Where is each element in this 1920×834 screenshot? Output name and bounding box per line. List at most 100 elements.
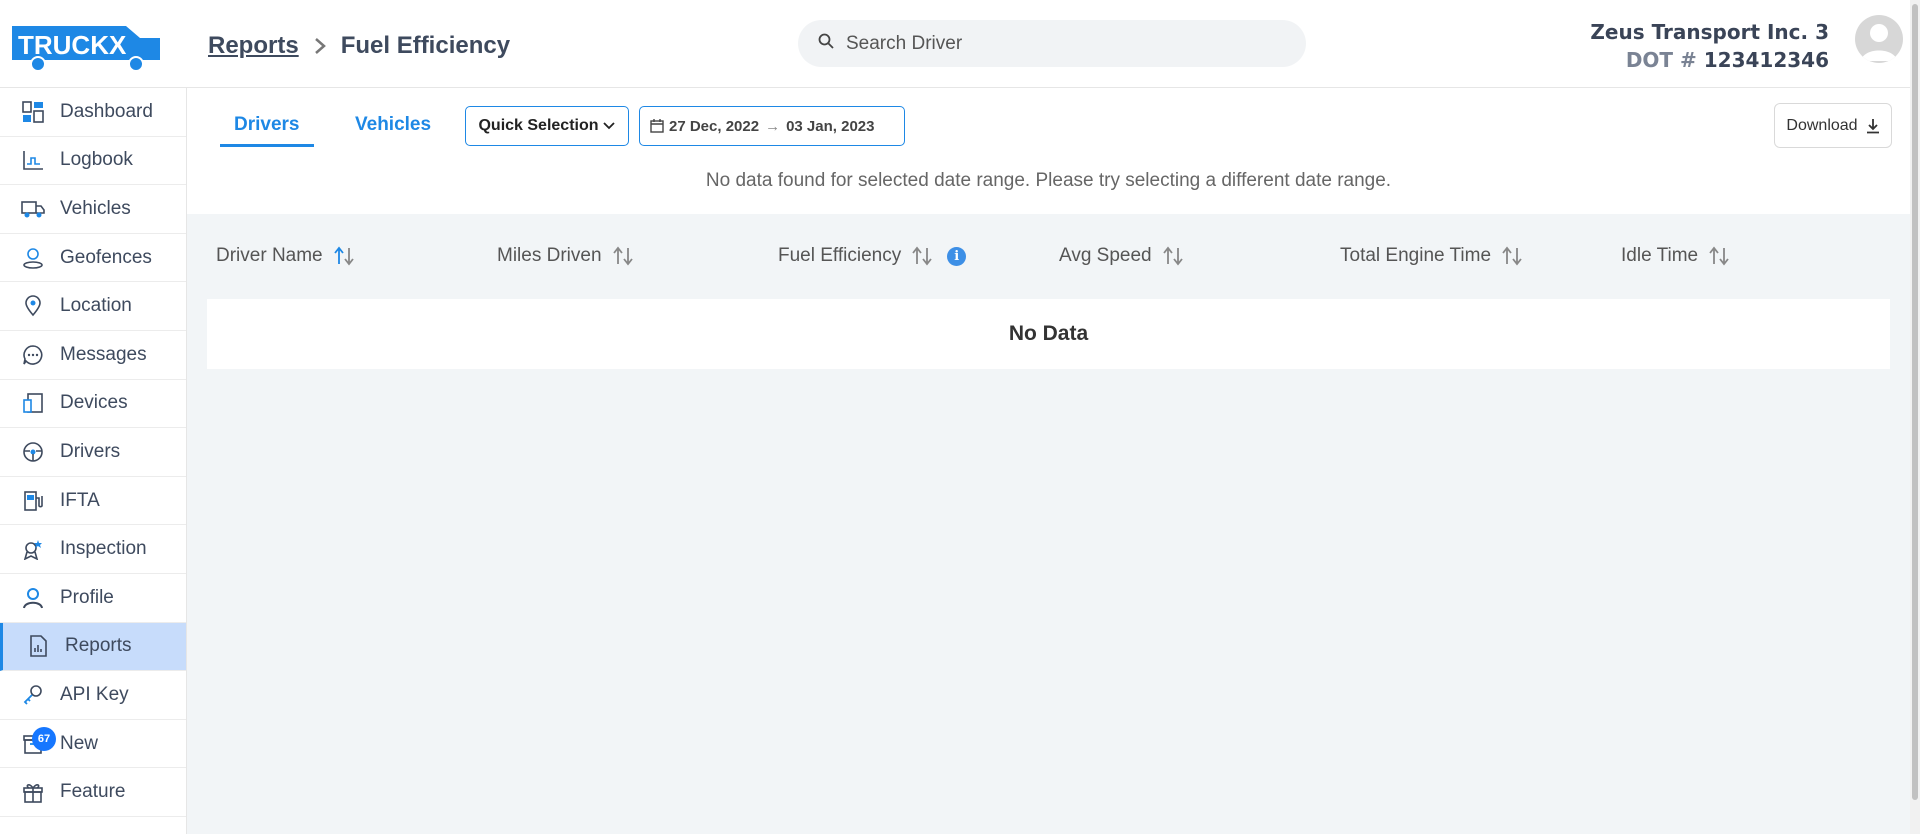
tab-vehicles[interactable]: Vehicles bbox=[341, 114, 445, 144]
quick-selection-label: Quick Selection bbox=[478, 117, 599, 134]
sidebar-item-label: Inspection bbox=[60, 538, 147, 560]
sidebar-item-label: Reports bbox=[65, 635, 132, 657]
sidebar-item-logbook[interactable]: Logbook bbox=[0, 137, 186, 186]
sidebar-item-location[interactable]: Location bbox=[0, 282, 186, 331]
inspection-icon bbox=[20, 536, 46, 562]
geofence-icon bbox=[20, 245, 46, 271]
sort-icon[interactable] bbox=[612, 246, 634, 266]
sidebar-item-label: Logbook bbox=[60, 149, 133, 171]
table-empty-state: No Data bbox=[207, 299, 1890, 369]
date-range-picker[interactable]: 27 Dec, 2022 → 03 Jan, 2023 bbox=[639, 106, 905, 146]
sidebar-item-api-key[interactable]: API Key bbox=[0, 671, 186, 720]
notification-badge[interactable]: 67 bbox=[32, 727, 56, 751]
table-header: Driver Name Miles Driven Fuel Efficiency… bbox=[207, 231, 1890, 281]
truckx-logo[interactable]: TRUCKX bbox=[8, 16, 164, 74]
sort-icon[interactable] bbox=[1708, 246, 1730, 266]
page-title: Fuel Efficiency bbox=[340, 32, 511, 59]
date-end: 03 Jan, 2023 bbox=[786, 117, 875, 135]
message-icon bbox=[20, 342, 46, 368]
sidebar-item-ifta[interactable]: IFTA bbox=[0, 477, 186, 526]
fuel-pump-icon bbox=[20, 488, 46, 514]
sidebar-item-label: Geofences bbox=[60, 246, 152, 268]
sidebar-item-feature[interactable]: Feature bbox=[0, 768, 186, 817]
sidebar-item-label: New bbox=[60, 732, 99, 754]
search-box[interactable] bbox=[798, 20, 1306, 67]
column-header-miles-driven[interactable]: Miles Driven bbox=[497, 245, 634, 267]
chevron-right-icon bbox=[313, 36, 327, 56]
sidebar-item-label: Devices bbox=[60, 392, 128, 414]
no-data-message: No data found for selected date range. P… bbox=[705, 170, 1392, 191]
key-icon bbox=[20, 682, 46, 708]
download-button[interactable]: Download bbox=[1774, 103, 1892, 148]
sort-icon[interactable] bbox=[333, 246, 355, 266]
calendar-icon bbox=[650, 119, 664, 133]
sidebar-item-profile[interactable]: Profile bbox=[0, 574, 186, 623]
sidebar-item-reports[interactable]: Reports bbox=[0, 622, 186, 672]
sort-icon[interactable] bbox=[911, 246, 933, 266]
sidebar-item-dashboard[interactable]: Dashboard bbox=[0, 88, 186, 137]
sidebar-item-new[interactable]: New bbox=[0, 720, 186, 769]
logbook-icon bbox=[20, 147, 46, 173]
sidebar-item-label: Vehicles bbox=[60, 197, 131, 219]
sidebar-item-label: API Key bbox=[60, 683, 129, 705]
sort-icon[interactable] bbox=[1162, 246, 1184, 266]
sidebar-item-vehicles[interactable]: Vehicles bbox=[0, 185, 186, 234]
quick-selection-dropdown[interactable]: Quick Selection bbox=[465, 106, 629, 146]
gift-icon bbox=[20, 779, 46, 805]
column-header-fuel-efficiency[interactable]: Fuel Efficiency i bbox=[778, 245, 967, 267]
column-header-total-engine-time[interactable]: Total Engine Time bbox=[1340, 245, 1523, 267]
column-header-avg-speed[interactable]: Avg Speed bbox=[1059, 245, 1184, 267]
sidebar: Dashboard Logbook Vehicles Geofences Loc… bbox=[0, 88, 187, 834]
breadcrumb: Reports Fuel Efficiency bbox=[208, 32, 510, 60]
sidebar-item-label: Drivers bbox=[60, 440, 121, 462]
download-icon bbox=[1866, 118, 1880, 134]
column-label: Fuel Efficiency bbox=[778, 245, 902, 266]
scrollbar-thumb[interactable] bbox=[1912, 4, 1918, 800]
sidebar-item-geofences[interactable]: Geofences bbox=[0, 234, 186, 283]
sidebar-item-label: Dashboard bbox=[60, 100, 153, 122]
dashboard-icon bbox=[20, 99, 46, 125]
sidebar-item-inspection[interactable]: Inspection bbox=[0, 525, 186, 574]
company-info: Zeus Transport Inc. 3 DOT # 123412346 bbox=[1590, 18, 1829, 74]
page-scrollbar[interactable] bbox=[1910, 0, 1920, 834]
sidebar-item-label: Feature bbox=[60, 781, 126, 803]
sidebar-item-label: IFTA bbox=[60, 489, 100, 511]
steering-wheel-icon bbox=[20, 439, 46, 465]
sidebar-item-devices[interactable]: Devices bbox=[0, 380, 186, 429]
search-icon bbox=[818, 33, 834, 54]
devices-icon bbox=[20, 390, 46, 416]
sidebar-item-messages[interactable]: Messages bbox=[0, 331, 186, 380]
main-content: Drivers Vehicles Quick Selection 27 Dec,… bbox=[187, 88, 1910, 834]
chevron-down-icon bbox=[602, 121, 616, 131]
arrow-right-icon: → bbox=[765, 117, 781, 135]
dot-number: 123412346 bbox=[1703, 48, 1829, 72]
column-label: Driver Name bbox=[216, 245, 323, 266]
column-header-driver-name[interactable]: Driver Name bbox=[216, 245, 355, 267]
sidebar-item-label: Profile bbox=[60, 586, 114, 608]
company-name: Zeus Transport Inc. 3 bbox=[1590, 20, 1829, 44]
column-label: Miles Driven bbox=[497, 245, 602, 266]
logo-text: TRUCKX bbox=[18, 30, 127, 60]
report-toolbar: Drivers Vehicles Quick Selection 27 Dec,… bbox=[187, 88, 1910, 214]
column-header-idle-time[interactable]: Idle Time bbox=[1621, 245, 1730, 267]
breadcrumb-reports-link[interactable]: Reports bbox=[208, 32, 299, 60]
tab-drivers[interactable]: Drivers bbox=[220, 114, 314, 147]
sidebar-item-label: Location bbox=[60, 295, 132, 317]
user-icon bbox=[20, 585, 46, 611]
sidebar-item-drivers[interactable]: Drivers bbox=[0, 428, 186, 477]
column-label: Total Engine Time bbox=[1340, 245, 1492, 266]
sidebar-item-label: Messages bbox=[60, 343, 147, 365]
search-driver-input[interactable] bbox=[846, 32, 1266, 55]
sort-icon[interactable] bbox=[1501, 246, 1523, 266]
report-icon bbox=[25, 633, 51, 659]
info-icon[interactable]: i bbox=[947, 246, 967, 266]
column-label: Idle Time bbox=[1621, 245, 1699, 266]
date-start: 27 Dec, 2022 bbox=[669, 117, 760, 135]
location-pin-icon bbox=[20, 293, 46, 319]
avatar[interactable] bbox=[1855, 15, 1903, 63]
top-header: TRUCKX Reports Fuel Efficiency Zeus Tran… bbox=[0, 0, 1910, 88]
dot-label: DOT # bbox=[1625, 48, 1697, 72]
truck-icon bbox=[20, 196, 46, 222]
download-label: Download bbox=[1786, 116, 1858, 134]
column-label: Avg Speed bbox=[1059, 245, 1152, 266]
